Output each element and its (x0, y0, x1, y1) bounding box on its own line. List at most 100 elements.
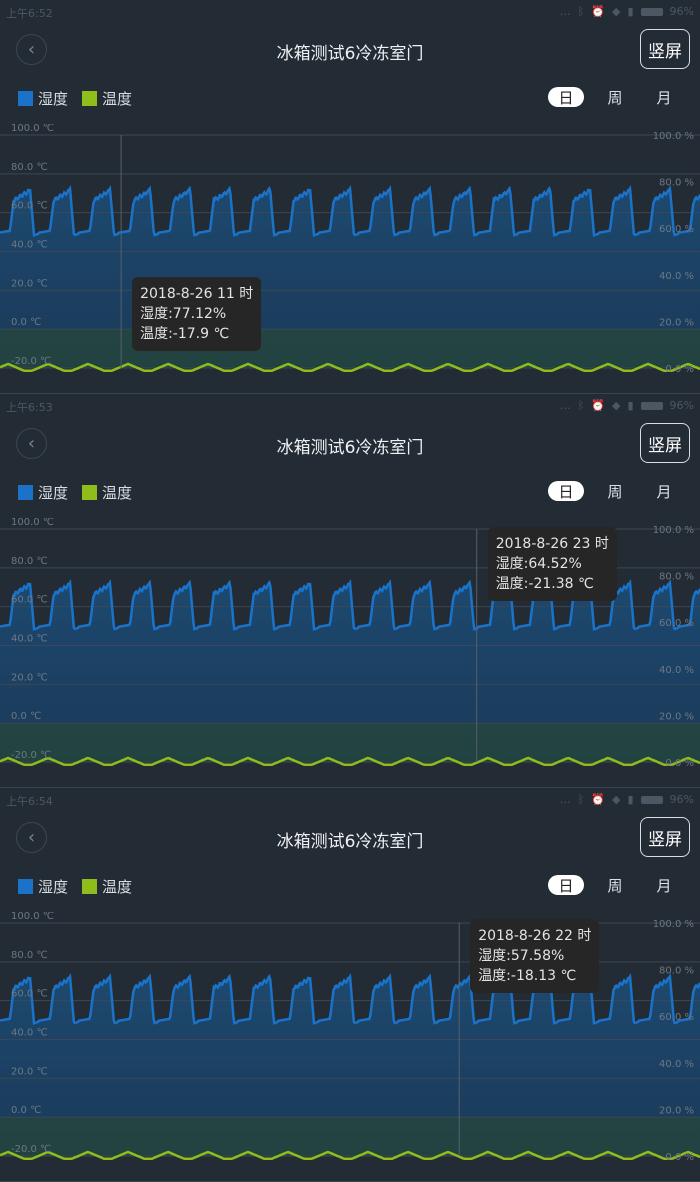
battery-icon (640, 795, 663, 804)
humidity-swatch (18, 91, 33, 106)
alarm-icon: ⏰ (591, 399, 606, 412)
tab-day[interactable]: 日 (548, 481, 584, 501)
status-icons: … ᛒ ⏰ ◆ ▮ 96% (560, 5, 694, 18)
chart-tooltip: 2018-8-26 11 时 湿度:77.12% 温度:-17.9 ℃ (132, 277, 262, 351)
left-axis-tick: 60.0 ℃ (11, 595, 48, 606)
left-axis-tick: 60.0 ℃ (11, 989, 48, 1000)
left-axis-tick: -20.0 ℃ (11, 356, 51, 367)
tooltip-humidity: 湿度:77.12% (140, 306, 227, 322)
right-axis-tick: 40.0 % (659, 271, 694, 282)
tooltip-humidity: 湿度:57.58% (478, 948, 565, 964)
signal-icon: ▮ (627, 399, 634, 412)
right-axis-tick: 100.0 % (653, 525, 694, 536)
tab-month[interactable]: 月 (646, 87, 682, 107)
status-time: 上午6:53 (6, 401, 53, 414)
more-icon: … (559, 399, 571, 412)
right-axis-tick: 0.0 % (665, 758, 694, 768)
bluetooth-icon: ᛒ (577, 399, 585, 412)
right-axis-tick: 60.0 % (659, 618, 694, 629)
left-axis-tick: 40.0 ℃ (11, 634, 48, 645)
legend-temperature[interactable]: 温度 (82, 876, 132, 897)
left-axis-tick: 60.0 ℃ (11, 201, 48, 212)
legend-label: 湿度 (38, 484, 69, 502)
humidity-swatch (18, 879, 33, 894)
left-axis-tick: 80.0 ℃ (11, 556, 48, 567)
legend-label: 温度 (102, 878, 133, 896)
legend-temperature[interactable]: 温度 (82, 482, 132, 503)
battery-percent: 96% (669, 793, 694, 806)
right-axis-tick: 100.0 % (653, 919, 694, 930)
status-icons: … ᛒ ⏰ ◆ ▮ 96% (560, 793, 694, 806)
line-chart[interactable]: 100.0 ℃ 80.0 ℃ 60.0 ℃ 40.0 ℃ 20.0 ℃ 0.0 ℃ -20.… (0, 124, 700, 374)
tab-day[interactable]: 日 (548, 87, 584, 107)
tooltip-date: 2018-8-26 11 时 (140, 286, 254, 302)
legend-humidity[interactable]: 湿度 (18, 876, 68, 897)
right-axis-tick: 80.0 % (659, 178, 694, 189)
left-axis-tick: 0.0 ℃ (11, 711, 41, 722)
legend-label: 湿度 (38, 90, 69, 108)
legend-label: 温度 (102, 484, 133, 502)
range-tabs: 日 周 月 (535, 87, 682, 107)
left-axis-tick: 80.0 ℃ (11, 950, 48, 961)
right-axis-tick: 60.0 % (659, 224, 694, 235)
chart-legend: 湿度 温度 (18, 482, 146, 503)
signal-icon: ▮ (627, 5, 634, 18)
right-axis-tick: 0.0 % (665, 364, 694, 374)
app-screen: 上午6:54 … ᛒ ⏰ ◆ ▮ 96% ‹ 冰箱测试6冷冻室门 竖屏 湿度 温… (0, 788, 700, 1182)
status-bar: 上午6:53 … ᛒ ⏰ ◆ ▮ 96% (0, 394, 700, 418)
portrait-mode-button[interactable]: 竖屏 (640, 423, 690, 463)
tooltip-temperature: 温度:-17.9 ℃ (140, 326, 230, 342)
legend-humidity[interactable]: 湿度 (18, 482, 68, 503)
right-axis-tick: 80.0 % (659, 966, 694, 977)
bluetooth-icon: ᛒ (577, 793, 585, 806)
status-time: 上午6:52 (6, 7, 53, 20)
wifi-icon: ◆ (612, 5, 621, 18)
humidity-swatch (18, 485, 33, 500)
more-icon: … (559, 793, 571, 806)
legend-label: 温度 (102, 90, 133, 108)
chart-tooltip: 2018-8-26 22 时 湿度:57.58% 温度:-18.13 ℃ (470, 919, 600, 993)
legend-temperature[interactable]: 温度 (82, 88, 132, 109)
wifi-icon: ◆ (612, 793, 621, 806)
range-tabs: 日 周 月 (535, 481, 682, 501)
right-axis-tick: 40.0 % (659, 1059, 694, 1070)
tab-week[interactable]: 周 (597, 87, 633, 107)
temperature-swatch (82, 485, 98, 500)
chart-legend: 湿度 温度 (18, 88, 146, 109)
tooltip-temperature: 温度:-18.13 ℃ (478, 968, 577, 984)
legend-humidity[interactable]: 湿度 (18, 88, 68, 109)
right-axis-tick: 20.0 % (659, 711, 694, 722)
left-axis-tick: 100.0 ℃ (11, 124, 54, 134)
status-bar: 上午6:52 … ᛒ ⏰ ◆ ▮ 96% (0, 0, 700, 24)
chart-tooltip: 2018-8-26 23 时 湿度:64.52% 温度:-21.38 ℃ (487, 527, 617, 601)
portrait-mode-button[interactable]: 竖屏 (640, 29, 690, 69)
tab-day[interactable]: 日 (548, 875, 584, 895)
tab-month[interactable]: 月 (646, 481, 682, 501)
left-axis-tick: 100.0 ℃ (11, 912, 54, 922)
battery-icon (640, 7, 663, 16)
battery-percent: 96% (669, 399, 694, 412)
tooltip-temperature: 温度:-21.38 ℃ (495, 576, 594, 592)
tab-week[interactable]: 周 (597, 875, 633, 895)
tab-week[interactable]: 周 (597, 481, 633, 501)
legend-label: 湿度 (38, 878, 69, 896)
left-axis-tick: -20.0 ℃ (11, 750, 51, 761)
battery-icon (640, 401, 663, 410)
screens-container: 上午6:52 … ᛒ ⏰ ◆ ▮ 96% ‹ 冰箱测试6冷冻室门 竖屏 湿度 温… (0, 0, 700, 1182)
left-axis-tick: 40.0 ℃ (11, 1028, 48, 1039)
right-axis-tick: 100.0 % (653, 131, 694, 142)
temperature-area (0, 1117, 700, 1156)
alarm-icon: ⏰ (591, 5, 606, 18)
left-axis-tick: 100.0 ℃ (11, 518, 54, 528)
left-axis-tick: -20.0 ℃ (11, 1144, 51, 1155)
right-axis-tick: 40.0 % (659, 665, 694, 676)
status-icons: … ᛒ ⏰ ◆ ▮ 96% (560, 399, 694, 412)
left-axis-tick: 40.0 ℃ (11, 240, 48, 251)
tab-month[interactable]: 月 (646, 875, 682, 895)
status-bar: 上午6:54 … ᛒ ⏰ ◆ ▮ 96% (0, 788, 700, 812)
signal-icon: ▮ (627, 793, 634, 806)
page-title: 冰箱测试6冷冻室门 (276, 438, 424, 458)
tooltip-date: 2018-8-26 22 时 (478, 928, 592, 944)
right-axis-tick: 80.0 % (659, 572, 694, 583)
portrait-mode-button[interactable]: 竖屏 (640, 817, 690, 857)
